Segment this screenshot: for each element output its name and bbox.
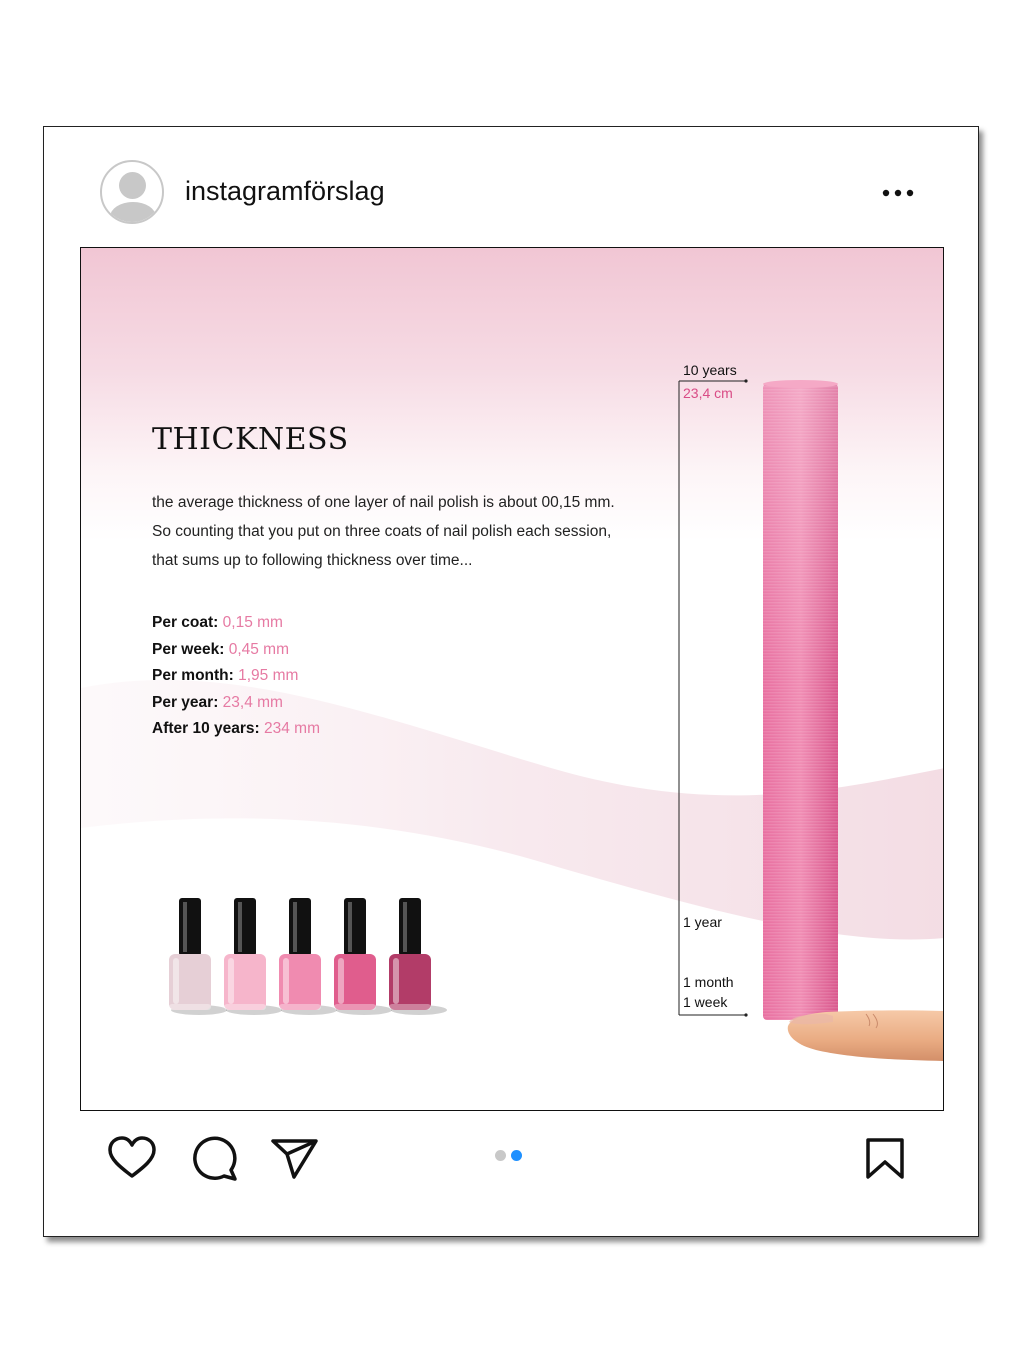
stat-row: After 10 years: 234 mm	[152, 716, 320, 743]
stat-row: Per month: 1,95 mm	[152, 663, 320, 690]
stat-label: Per week:	[152, 640, 225, 658]
stats-list: Per coat: 0,15 mm Per week: 0,45 mm Per …	[152, 610, 320, 743]
carousel-dot[interactable]	[495, 1150, 506, 1161]
nail-polish-bottle	[334, 898, 392, 1015]
more-options-icon[interactable]	[881, 184, 915, 200]
stat-label: After 10 years:	[152, 720, 260, 737]
scale-label-1-year: 1 year	[683, 914, 722, 930]
stat-value: 0,45 mm	[228, 640, 290, 658]
username[interactable]: instagramförslag	[185, 176, 385, 207]
stat-value: 0,15 mm	[222, 614, 283, 631]
nail-polish-bottles	[169, 898, 447, 1015]
avatar-body	[110, 202, 156, 222]
stat-row: Per coat: 0,15 mm	[152, 610, 320, 637]
stat-label: Per coat:	[152, 614, 219, 631]
post-image: THICKNESS the average thickness of one l…	[80, 247, 944, 1111]
carousel-dot[interactable]	[511, 1150, 522, 1161]
stat-row: Per week: 0,45 mm	[152, 637, 320, 664]
stat-value: 1,95 mm	[238, 667, 299, 684]
stat-row: Per year: 23,4 mm	[152, 690, 320, 717]
description-line: that sums up to following thickness over…	[152, 552, 473, 569]
post-title: THICKNESS	[152, 422, 349, 457]
avatar[interactable]	[100, 160, 164, 224]
stat-value: 234 mm	[264, 720, 321, 737]
stat-label: Per month:	[152, 667, 234, 684]
scale-label-total: 23,4 cm	[683, 385, 733, 401]
nail-polish-bottle	[169, 898, 227, 1015]
finger	[787, 1010, 943, 1061]
description-line: So counting that you put on three coats …	[152, 523, 612, 540]
nail-polish-bottle	[279, 898, 337, 1015]
polish-stack	[763, 380, 838, 1020]
description: the average thickness of one layer of na…	[152, 488, 652, 575]
scale-label-10-years: 10 years	[683, 362, 737, 378]
nail-polish-bottle	[224, 898, 282, 1015]
scale-label-1-month: 1 month	[683, 974, 734, 990]
stat-label: Per year:	[152, 693, 219, 711]
stat-value: 23,4 mm	[222, 693, 283, 711]
avatar-head	[119, 172, 146, 199]
description-line: the average thickness of one layer of na…	[152, 494, 615, 511]
scale-label-1-week: 1 week	[683, 994, 728, 1010]
nail-polish-bottle	[389, 898, 447, 1015]
